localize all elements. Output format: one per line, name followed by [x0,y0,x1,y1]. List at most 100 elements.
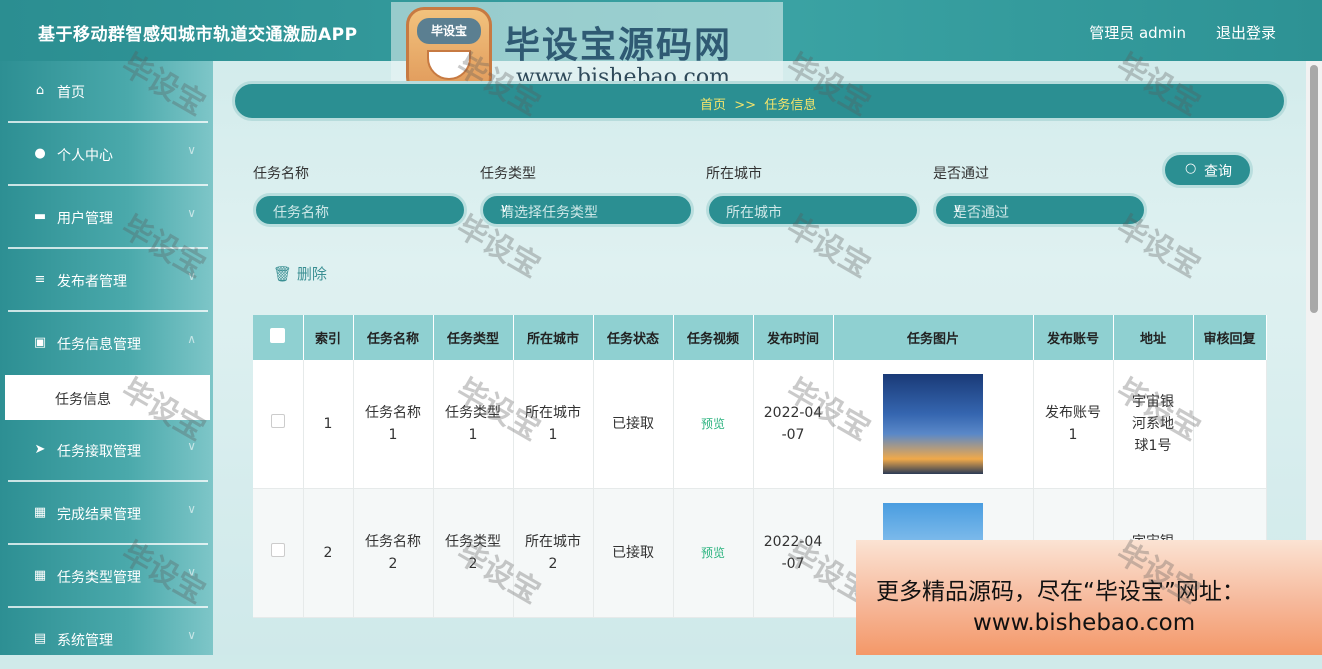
grid-icon: ▦ [33,505,47,520]
select-all-header[interactable] [253,315,304,360]
task-name-label: 任务名称 [253,166,309,182]
trash-icon: 🗑 [273,265,293,283]
sidebar-item-label: 发布者管理 [57,274,127,290]
task-name-input[interactable]: 任务名称 [253,193,467,227]
cell-time: 2022-04-07 [753,360,834,489]
cell-type: 任务类型2 [433,488,514,618]
breadcrumb-current: 任务信息 [764,98,817,113]
column-header: 任务图片 [833,315,1034,360]
column-header: 所在城市 [513,315,594,360]
user-icon: ● [34,146,46,161]
chevron-up-icon: ∧ [187,332,196,346]
sidebar-subitem-label: 任务信息 [55,392,111,408]
sidebar-subitem-task-info[interactable]: 任务信息 [5,375,210,420]
chevron-down-icon: ∨ [187,206,196,220]
cell-time: 2022-04-07 [753,488,834,618]
cell-account: 发布账号1 [1033,360,1114,489]
send-icon: ➤ [34,442,46,457]
sidebar-item-task-types[interactable]: ▦ 任务类型管理 ∨ [8,546,208,608]
column-header: 任务名称 [353,315,434,360]
sidebar-item-home[interactable]: ⌂ 首页 [8,61,208,123]
task-type-label: 任务类型 [480,166,536,182]
sidebar-item-publishers[interactable]: ≡ 发布者管理 ∨ [8,250,208,312]
sidebar-item-label: 首页 [57,85,85,101]
row-checkbox[interactable] [270,414,285,428]
sidebar-item-label: 用户管理 [57,211,113,227]
chevron-down-icon: ∨ [187,143,196,157]
promo-line-2: www.bishebao.com [973,610,1196,636]
briefcase-icon: ▣ [33,335,47,350]
table-row: 1 任务名称1 任务类型1 所在城市1 已接取 预览 2022-04-07 发布… [253,360,1267,489]
cell-address: 宇宙银河系地球1号 [1113,360,1194,489]
chevron-down-icon: ∨ [187,628,196,642]
column-header: 任务状态 [593,315,674,360]
home-icon: ⌂ [35,83,45,98]
select-all-checkbox[interactable] [270,328,286,343]
task-name-placeholder: 任务名称 [273,205,329,221]
sidebar-item-label: 任务类型管理 [57,570,141,586]
chevron-down-icon: ∨ [953,201,962,215]
row-checkbox[interactable] [270,543,285,557]
app-title: 基于移动群智感知城市轨道交通激励APP [38,25,358,45]
cell-city: 所在城市1 [513,360,594,489]
sliders-icon: ≡ [34,272,46,287]
table-header-row: 索引 任务名称 任务类型 所在城市 任务状态 任务视频 发布时间 任务图片 发布… [253,315,1267,360]
logo-badge: 毕设宝 [417,18,481,44]
users-icon: ▬ [33,209,47,224]
grid-icon: ▦ [33,568,47,583]
sidebar-item-label: 任务接取管理 [57,444,141,460]
column-header: 任务类型 [433,315,514,360]
promo-line-1: 更多精品源码，尽在“毕设宝”网址： [876,579,1245,605]
column-header: 审核回复 [1193,315,1267,360]
city-placeholder: 所在城市 [726,205,782,221]
sidebar-item-label: 任务信息管理 [57,337,141,353]
delete-button[interactable]: 🗑 删除 [273,263,327,284]
breadcrumb-home[interactable]: 首页 [700,98,726,113]
cell-name: 任务名称1 [353,360,434,489]
city-input[interactable]: 所在城市 [706,193,920,227]
video-preview-link[interactable]: 预览 [701,546,725,560]
chevron-down-icon: ∨ [187,502,196,516]
sidebar-item-users[interactable]: ▬ 用户管理 ∨ [8,187,208,249]
chevron-down-icon: ∨ [500,201,509,215]
column-header: 发布账号 [1033,315,1114,360]
column-header: 索引 [303,315,354,360]
task-image[interactable] [883,374,983,474]
breadcrumb: 首页 >> 任务信息 [232,81,1287,121]
logout-link[interactable]: 退出登录 [1216,22,1276,43]
breadcrumb-separator: >> [734,98,757,113]
search-icon: ○ [1185,161,1197,176]
chevron-down-icon: ∨ [187,269,196,283]
chevron-down-icon: ∨ [187,439,196,453]
approved-label: 是否通过 [933,166,989,182]
sidebar-item-label: 系统管理 [57,633,113,649]
cell-index: 2 [303,488,354,618]
sidebar-item-system[interactable]: ▤ 系统管理 ∨ [8,609,208,669]
cell-type: 任务类型1 [433,360,514,489]
sidebar: ⌂ 首页 ● 个人中心 ∨ ▬ 用户管理 ∨ ≡ 发布者管理 ∨ ▣ 任务信息管… [0,61,213,655]
cell-reply [1193,360,1267,489]
cell-city: 所在城市2 [513,488,594,618]
task-type-select[interactable]: 请选择任务类型 ∨ [480,193,694,227]
sidebar-item-task-accept[interactable]: ➤ 任务接取管理 ∨ [8,420,208,482]
column-header: 地址 [1113,315,1194,360]
admin-label: 管理员 admin [1089,24,1186,42]
search-button[interactable]: ○ 查询 [1162,152,1253,188]
city-label: 所在城市 [706,166,762,182]
clipboard-icon: ▤ [33,631,47,646]
video-preview-link[interactable]: 预览 [701,417,725,431]
cell-index: 1 [303,360,354,489]
search-button-label: 查询 [1204,164,1232,180]
column-header: 发布时间 [753,315,834,360]
promo-banner[interactable]: 更多精品源码，尽在“毕设宝”网址： www.bishebao.com [856,540,1322,655]
cell-status: 已接取 [593,360,674,489]
sidebar-item-results[interactable]: ▦ 完成结果管理 ∨ [8,483,208,545]
sidebar-item-label: 个人中心 [57,148,113,164]
sidebar-item-task-info[interactable]: ▣ 任务信息管理 ∧ [8,313,208,373]
column-header: 任务视频 [673,315,754,360]
approved-select[interactable]: 是否通过 ∨ [933,193,1147,227]
chevron-down-icon: ∨ [187,565,196,579]
scrollbar-thumb[interactable] [1310,65,1318,313]
sidebar-item-profile[interactable]: ● 个人中心 ∨ [8,124,208,186]
sidebar-item-label: 完成结果管理 [57,507,141,523]
